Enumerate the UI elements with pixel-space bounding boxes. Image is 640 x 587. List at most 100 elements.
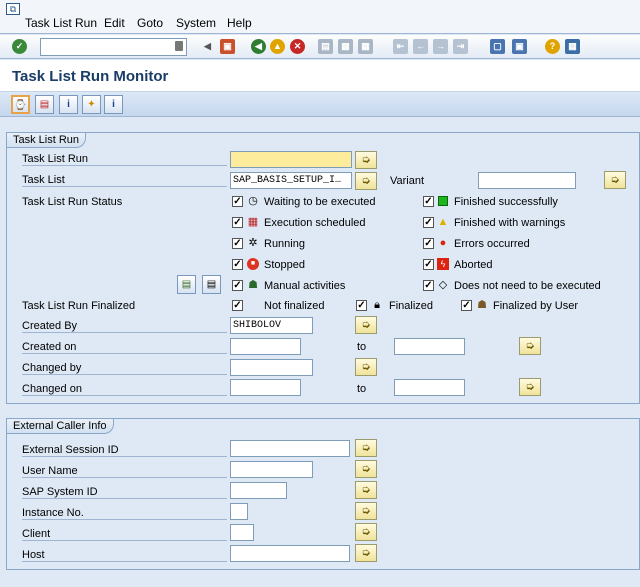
status-not-needed-label: Does not need to be executed (454, 280, 601, 292)
layout-menu-icon[interactable]: ▦ (565, 39, 580, 54)
finalized-option-label: Finalized (389, 300, 434, 312)
changed-on-multiple-button[interactable]: ➭ (519, 378, 541, 396)
find-next-icon[interactable]: ▦ (358, 39, 373, 54)
previous-page-icon[interactable]: ← (413, 39, 428, 54)
help-icon[interactable]: ? (545, 39, 560, 54)
collapse-icon[interactable]: ◀ (200, 39, 215, 54)
user-name-input[interactable] (230, 461, 313, 478)
get-variant-icon[interactable]: ▤ (35, 95, 54, 114)
created-on-to-label: to (357, 341, 367, 353)
host-multiple-button[interactable]: ➭ (355, 544, 377, 562)
stop-icon: ■ (247, 258, 259, 270)
user-name-multiple-button[interactable]: ➭ (355, 460, 377, 478)
status-finished-checkbox[interactable]: ✓ (423, 196, 434, 207)
first-page-icon[interactable]: ⇤ (393, 39, 408, 54)
created-on-label: Created on (22, 341, 227, 354)
command-field[interactable] (40, 38, 187, 56)
finalized-checkbox[interactable]: ✓ (356, 300, 367, 311)
changed-on-to-input[interactable] (394, 379, 465, 396)
title-bar: Task List Run Monitor (0, 60, 640, 92)
enter-icon[interactable]: ✓ (12, 39, 27, 54)
status-errors-checkbox[interactable]: ✓ (423, 238, 434, 249)
status-finished-label: Finished successfully (454, 196, 558, 208)
menu-system[interactable]: System (176, 16, 216, 30)
task-list-multiple-button[interactable]: ➭ (355, 172, 377, 190)
external-session-id-multiple-button[interactable]: ➭ (355, 439, 377, 457)
shortcut-icon[interactable]: ▣ (512, 39, 527, 54)
client-input[interactable] (230, 524, 254, 541)
changed-on-to-label: to (357, 383, 367, 395)
clock-icon: ◷ (248, 195, 258, 207)
status-manual-label: Manual activities (264, 280, 346, 292)
status-scheduled-checkbox[interactable]: ✓ (232, 217, 243, 228)
host-input[interactable] (230, 545, 350, 562)
status-aborted-label: Aborted (454, 259, 493, 271)
save-icon[interactable]: ▣ (220, 39, 235, 54)
new-session-icon[interactable]: ▢ (490, 39, 505, 54)
instance-no-label: Instance No. (22, 507, 227, 520)
lock-icon: 🔒︎ (374, 299, 380, 311)
changed-by-multiple-button[interactable]: ➭ (355, 358, 377, 376)
program-info-icon[interactable]: i (104, 95, 123, 114)
status-not-needed-checkbox[interactable]: ✓ (423, 280, 434, 291)
client-multiple-button[interactable]: ➭ (355, 523, 377, 541)
next-page-icon[interactable]: → (433, 39, 448, 54)
changed-by-input[interactable] (230, 359, 313, 376)
task-list-run-multiple-button[interactable]: ➭ (355, 151, 377, 169)
created-on-to-input[interactable] (394, 338, 465, 355)
status-running-checkbox[interactable]: ✓ (232, 238, 243, 249)
settings-icon[interactable]: ✦ (82, 95, 101, 114)
status-scheduled-label: Execution scheduled (264, 217, 366, 229)
created-on-multiple-button[interactable]: ➭ (519, 337, 541, 355)
person-icon: ☗ (248, 279, 258, 291)
instance-no-multiple-button[interactable]: ➭ (355, 502, 377, 520)
print-icon[interactable]: ▤ (318, 39, 333, 54)
find-icon[interactable]: ▦ (338, 39, 353, 54)
status-stopped-checkbox[interactable]: ✓ (232, 259, 243, 270)
deselect-all-icon[interactable]: ▤ (202, 275, 221, 294)
back-icon[interactable]: ◀ (251, 39, 266, 54)
not-finalized-checkbox[interactable]: ✓ (232, 300, 243, 311)
execute-icon[interactable]: ⌚ (11, 95, 30, 114)
status-waiting-checkbox[interactable]: ✓ (232, 196, 243, 207)
menu-help[interactable]: Help (227, 16, 252, 30)
finalized-by-user-checkbox[interactable]: ✓ (461, 300, 472, 311)
created-by-multiple-button[interactable]: ➭ (355, 316, 377, 334)
finalized-label: Task List Run Finalized (22, 300, 136, 312)
cancel-icon[interactable]: ✕ (290, 39, 305, 54)
finalized-by-user-label: Finalized by User (493, 300, 578, 312)
changed-on-label: Changed on (22, 383, 227, 396)
created-on-from-input[interactable] (230, 338, 301, 355)
status-aborted-checkbox[interactable]: ✓ (423, 259, 434, 270)
changed-on-from-input[interactable] (230, 379, 301, 396)
task-list-input[interactable]: SAP_BASIS_SETUP_I… (230, 172, 352, 189)
menu-task-list-run[interactable]: Task List Run (25, 16, 97, 30)
system-menu-icon[interactable]: ⧉ (6, 3, 20, 15)
select-all-icon[interactable]: ▤ (177, 275, 196, 294)
group-title-external-caller: External Caller Info (7, 419, 114, 434)
status-warnings-label: Finished with warnings (454, 217, 566, 229)
variant-input[interactable] (478, 172, 576, 189)
last-page-icon[interactable]: ⇥ (453, 39, 468, 54)
instance-no-input[interactable] (230, 503, 248, 520)
variant-multiple-button[interactable]: ➭ (604, 171, 626, 189)
task-list-run-input[interactable] (230, 151, 352, 168)
application-toolbar: ⌚ ▤ i ✦ i (0, 93, 640, 117)
page-title: Task List Run Monitor (12, 68, 169, 85)
exit-icon[interactable]: ▲ (270, 39, 285, 54)
created-by-input[interactable]: SHIBOLOV (230, 317, 313, 334)
user-name-label: User Name (22, 465, 227, 478)
sap-system-id-input[interactable] (230, 482, 287, 499)
status-warnings-checkbox[interactable]: ✓ (423, 217, 434, 228)
command-history-icon[interactable] (175, 41, 183, 51)
info-icon[interactable]: i (59, 95, 78, 114)
host-label: Host (22, 549, 227, 562)
menu-goto[interactable]: Goto (137, 16, 163, 30)
abort-icon: ϟ (437, 258, 449, 270)
status-manual-checkbox[interactable]: ✓ (232, 280, 243, 291)
external-session-id-input[interactable] (230, 440, 350, 457)
sap-system-id-multiple-button[interactable]: ➭ (355, 481, 377, 499)
status-waiting-label: Waiting to be executed (264, 196, 376, 208)
green-square-icon (438, 196, 448, 206)
menu-edit[interactable]: Edit (104, 16, 125, 30)
